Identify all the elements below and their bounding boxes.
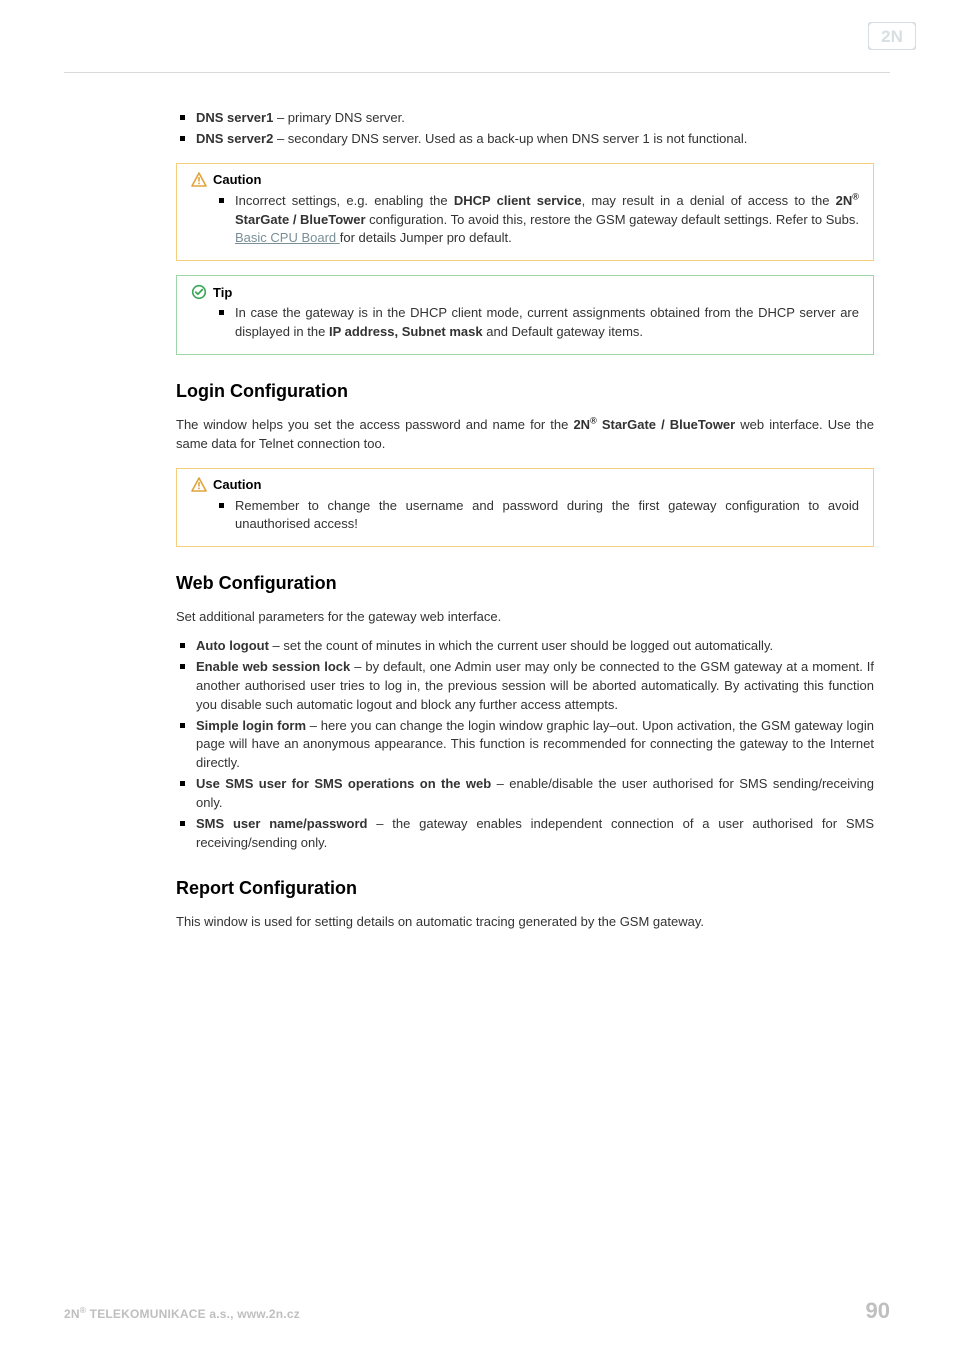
basic-cpu-board-link[interactable]: Basic CPU Board <box>235 230 340 245</box>
web-configuration-heading: Web Configuration <box>176 573 874 594</box>
warning-icon <box>191 172 207 188</box>
rest: – primary DNS server. <box>273 110 404 125</box>
list-item: Use SMS user for SMS operations on the w… <box>176 775 874 813</box>
check-circle-icon <box>191 284 207 300</box>
callout-title: Caution <box>191 477 859 493</box>
svg-text:2N: 2N <box>881 27 903 46</box>
list-item: DNS server1 – primary DNS server. <box>176 109 874 128</box>
page-footer: 2N® TELEKOMUNIKACE a.s., www.2n.cz 90 <box>64 1298 890 1324</box>
bold: 2N® StarGate / BlueTower <box>573 417 735 432</box>
list-item: Remember to change the username and pass… <box>215 497 859 535</box>
text: Incorrect settings, e.g. enabling the <box>235 193 454 208</box>
page-number: 90 <box>866 1298 890 1324</box>
intro-list: DNS server1 – primary DNS server. DNS se… <box>176 109 874 149</box>
rest: – set the count of minutes in which the … <box>269 638 773 653</box>
rest: – secondary DNS server. Used as a back-u… <box>273 131 747 146</box>
callout-title-text: Caution <box>213 172 261 187</box>
list-item: Incorrect settings, e.g. enabling the DH… <box>215 192 859 249</box>
list-item: Simple login form – here you can change … <box>176 717 874 774</box>
bold: IP address, Subnet mask <box>329 324 483 339</box>
web-configuration-list: Auto logout – set the count of minutes i… <box>176 637 874 852</box>
text: for details Jumper pro default. <box>340 230 512 245</box>
callout-title: Caution <box>191 172 859 188</box>
term: Auto logout <box>196 638 269 653</box>
list-item: DNS server2 – secondary DNS server. Used… <box>176 130 874 149</box>
list-item: Enable web session lock – by default, on… <box>176 658 874 715</box>
text: configuration. To avoid this, restore th… <box>366 212 859 227</box>
text: and Default gateway items. <box>483 324 643 339</box>
term: Use SMS user for SMS operations on the w… <box>196 776 491 791</box>
header-divider <box>64 72 890 73</box>
tip-callout: Tip In case the gateway is in the DHCP c… <box>176 275 874 355</box>
footer-company: 2N® TELEKOMUNIKACE a.s., www.2n.cz <box>64 1307 300 1321</box>
term: SMS user name/password <box>196 816 367 831</box>
list-item: SMS user name/password – the gateway ena… <box>176 815 874 853</box>
brand-logo: 2N <box>868 22 916 50</box>
callout-title: Tip <box>191 284 859 300</box>
report-configuration-heading: Report Configuration <box>176 878 874 899</box>
text: The window helps you set the access pass… <box>176 417 573 432</box>
list-item: Auto logout – set the count of minutes i… <box>176 637 874 656</box>
term: DNS server1 <box>196 110 273 125</box>
term: DNS server2 <box>196 131 273 146</box>
bold: DHCP client service <box>454 193 582 208</box>
list-item: In case the gateway is in the DHCP clien… <box>215 304 859 342</box>
text: , may result in a denial of access to th… <box>582 193 836 208</box>
login-configuration-para: The window helps you set the access pass… <box>176 416 874 454</box>
callout-title-text: Tip <box>213 285 232 300</box>
term: Enable web session lock <box>196 659 350 674</box>
callout-title-text: Caution <box>213 477 261 492</box>
login-configuration-heading: Login Configuration <box>176 381 874 402</box>
warning-icon <box>191 477 207 493</box>
caution-callout: Caution Incorrect settings, e.g. enablin… <box>176 163 874 262</box>
report-configuration-para: This window is used for setting details … <box>176 913 874 932</box>
term: Simple login form <box>196 718 306 733</box>
caution-callout: Caution Remember to change the username … <box>176 468 874 548</box>
web-configuration-para: Set additional parameters for the gatewa… <box>176 608 874 627</box>
